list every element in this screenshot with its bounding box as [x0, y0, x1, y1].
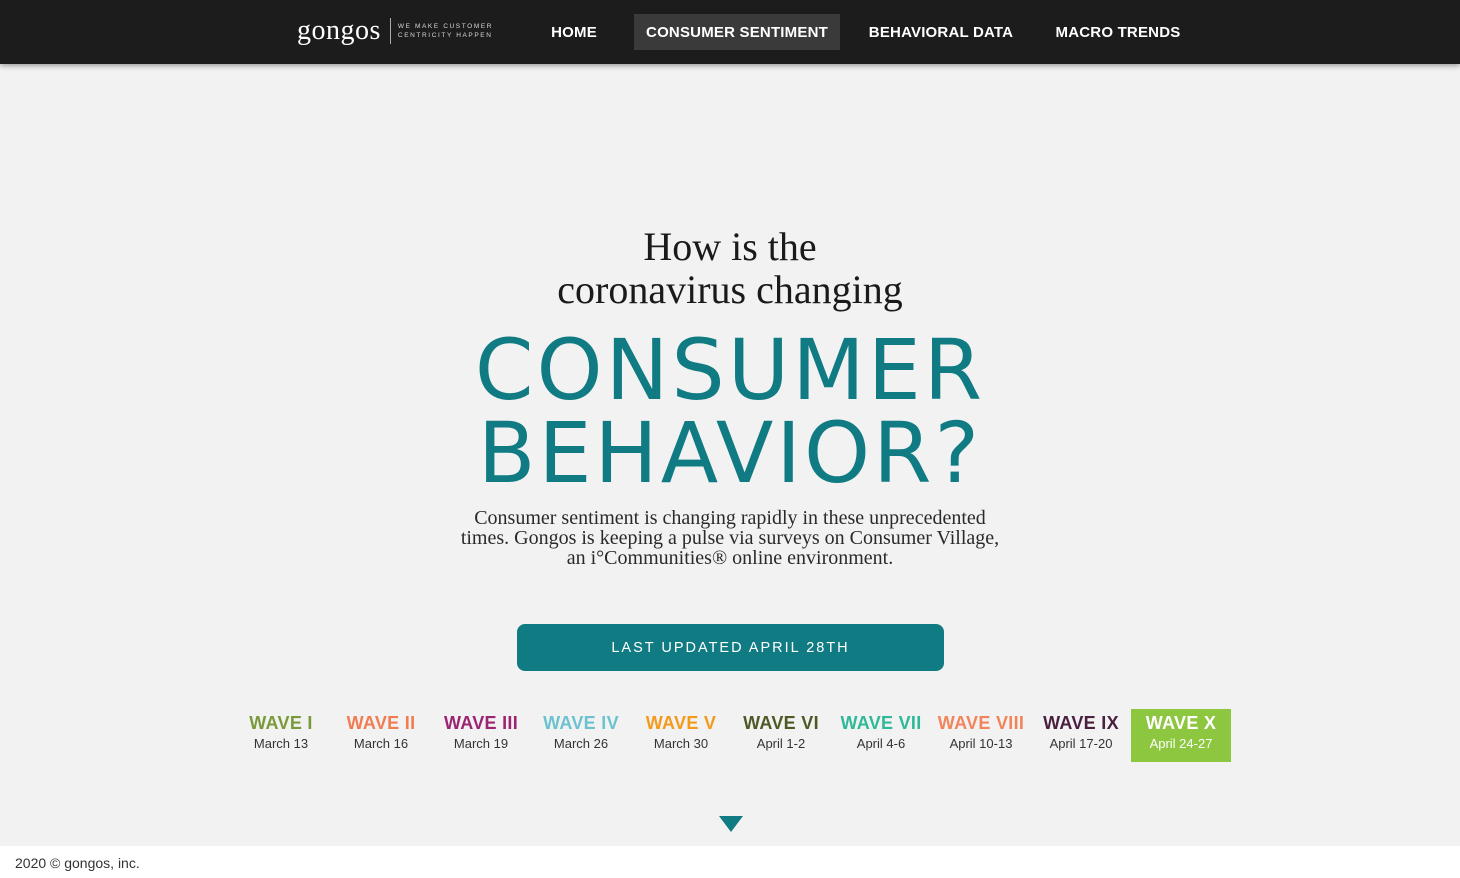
wave-5-tab[interactable]: WAVE V March 30 [631, 709, 731, 762]
logo-wordmark: gongos [297, 15, 381, 46]
wave-1-title: WAVE I [249, 713, 313, 733]
wave-2-tab[interactable]: WAVE II March 16 [331, 709, 431, 762]
wave-7-tab[interactable]: WAVE VII April 4-6 [831, 709, 931, 762]
wave-4-title: WAVE IV [543, 713, 619, 733]
wave-3-date: March 19 [453, 736, 509, 751]
wave-10-tab[interactable]: WAVE X April 24-27 [1131, 709, 1231, 762]
last-updated-button[interactable]: LAST UPDATED APRIL 28TH [517, 624, 944, 671]
wave-8-tab[interactable]: WAVE VIII April 10-13 [931, 709, 1031, 762]
wave-1-tab[interactable]: WAVE I March 13 [231, 709, 331, 762]
hero-heading-line1: How is the [643, 224, 817, 269]
wave-4-date: March 26 [553, 736, 609, 751]
hero-heading-line2: coronavirus changing [557, 267, 903, 312]
hero-description-line2: times. Gongos is keeping a pulse via sur… [460, 527, 1000, 549]
top-nav-bar: gongos WE MAKE CUSTOMER CENTRICITY HAPPE… [0, 0, 1460, 64]
hero-description: Consumer sentiment is changing rapidly i… [430, 508, 1030, 568]
wave-2-title: WAVE II [346, 713, 416, 733]
hero-description-line1: Consumer sentiment is changing rapidly i… [474, 507, 986, 529]
scroll-down-icon[interactable] [719, 816, 743, 832]
wave-5-title: WAVE V [645, 713, 717, 733]
wave-3-title: WAVE III [443, 713, 519, 733]
wave-10-title: WAVE X [1145, 713, 1217, 733]
wave-6-tab[interactable]: WAVE VI April 1-2 [731, 709, 831, 762]
logo-divider [389, 18, 391, 44]
logo-tagline: WE MAKE CUSTOMER CENTRICITY HAPPEN [398, 22, 493, 40]
hero-title-consumer: CONSUMER [474, 321, 986, 419]
wave-9-tab[interactable]: WAVE IX April 17-20 [1031, 709, 1131, 762]
nav-item-behavioral-data[interactable]: BEHAVIORAL DATA [860, 14, 1022, 50]
wave-3-tab[interactable]: WAVE III March 19 [431, 709, 531, 762]
hero-title-behavior: BEHAVIOR? [477, 404, 983, 502]
logo-tagline-line2: CENTRICITY HAPPEN [397, 32, 493, 39]
wave-4-tab[interactable]: WAVE IV March 26 [531, 709, 631, 762]
wave-2-date: March 16 [353, 736, 409, 751]
wave-6-title: WAVE VI [743, 713, 819, 733]
nav-item-home[interactable]: HOME [537, 14, 611, 50]
wave-1-date: March 13 [253, 736, 309, 751]
nav-item-macro-trends[interactable]: MACRO TRENDS [1045, 14, 1191, 50]
logo-tagline-line1: WE MAKE CUSTOMER [397, 23, 494, 30]
wave-5-date: March 30 [653, 736, 709, 751]
nav-item-consumer-sentiment[interactable]: CONSUMER SENTIMENT [634, 14, 840, 50]
wave-8-date: April 10-13 [949, 736, 1013, 751]
wave-10-date: April 24-27 [1149, 736, 1213, 751]
footer-copyright: 2020 © gongos, inc. [15, 855, 140, 871]
hero-description-line3: an i°Communities® online environment. [566, 547, 894, 569]
footer: 2020 © gongos, inc. [0, 846, 1460, 878]
wave-9-date: April 17-20 [1049, 736, 1113, 751]
wave-8-title: WAVE VIII [937, 713, 1025, 733]
wave-9-title: WAVE IX [1043, 713, 1119, 733]
wave-6-date: April 1-2 [756, 736, 806, 751]
wave-7-date: April 4-6 [856, 736, 906, 751]
wave-7-title: WAVE VII [840, 713, 922, 733]
gongos-logo[interactable]: gongos WE MAKE CUSTOMER CENTRICITY HAPPE… [297, 14, 493, 48]
